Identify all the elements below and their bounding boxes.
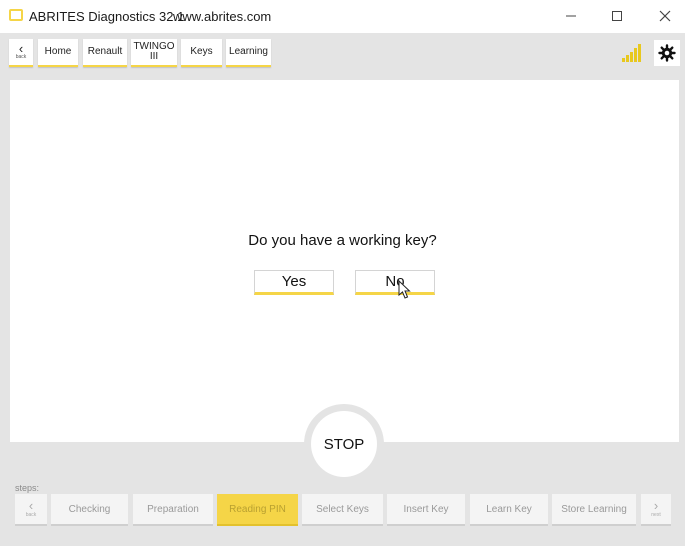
breadcrumb-renault[interactable]: Renault — [83, 39, 127, 67]
minimize-icon — [566, 15, 576, 17]
app-title: ABRITES Diagnostics 32.1 — [29, 9, 185, 24]
signal-icon — [622, 44, 641, 62]
maximize-button[interactable] — [597, 4, 637, 28]
gear-icon — [658, 44, 676, 62]
no-button[interactable]: No — [355, 270, 435, 295]
chevron-left-icon: ‹ — [28, 498, 34, 513]
app-logo-icon — [9, 9, 23, 21]
title-bar: ABRITES Diagnostics 32.1 www.abrites.com — [0, 0, 685, 33]
steps-back-label: back — [25, 512, 37, 518]
steps-back-button[interactable]: ‹ back — [15, 494, 47, 526]
step-learn-key: Learn Key — [470, 494, 548, 526]
chevron-left-icon: ‹ — [18, 41, 24, 56]
close-button[interactable] — [645, 4, 685, 28]
steps-next-label: next — [651, 512, 661, 518]
settings-button[interactable] — [654, 40, 680, 66]
maximize-icon — [612, 11, 622, 21]
breadcrumb-home[interactable]: Home — [38, 39, 78, 67]
step-select-keys: Select Keys — [302, 494, 383, 526]
breadcrumb-learning[interactable]: Learning — [226, 39, 271, 67]
minimize-button[interactable] — [551, 4, 591, 28]
app-url: www.abrites.com — [173, 9, 272, 24]
chevron-right-icon: › — [653, 498, 659, 513]
step-reading-pin: Reading PIN — [217, 494, 298, 526]
steps-next-button[interactable]: › next — [641, 494, 671, 526]
cursor-icon — [398, 280, 411, 299]
yes-button[interactable]: Yes — [254, 270, 334, 295]
stop-button[interactable]: STOP — [311, 411, 377, 477]
back-button[interactable]: ‹ back — [9, 39, 33, 67]
step-preparation: Preparation — [133, 494, 213, 526]
steps-label: steps: — [15, 483, 40, 493]
back-label: back — [15, 54, 27, 60]
step-store-learning: Store Learning — [552, 494, 636, 526]
main-panel — [10, 80, 679, 442]
step-checking: Checking — [51, 494, 128, 526]
breadcrumb-keys[interactable]: Keys — [181, 39, 222, 67]
close-icon — [659, 10, 671, 22]
step-insert-key: Insert Key — [387, 494, 465, 526]
breadcrumb-twingo[interactable]: TWINGO III — [131, 39, 177, 67]
dialog-question: Do you have a working key? — [248, 232, 437, 249]
